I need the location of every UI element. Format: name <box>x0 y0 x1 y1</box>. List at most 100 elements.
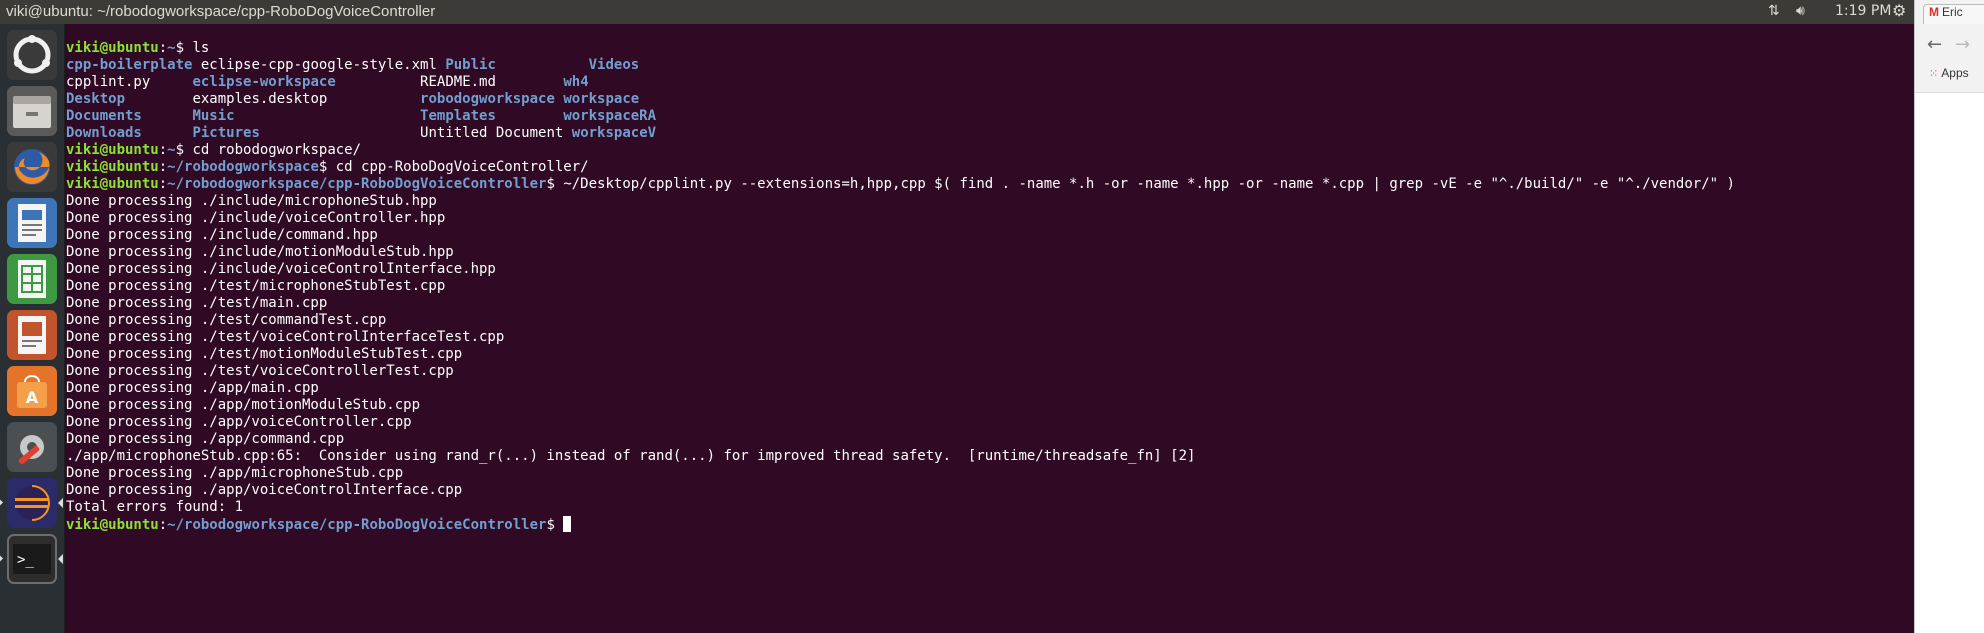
prompt-path: ~/robodogworkspace/cpp-RoboDogVoiceContr… <box>167 517 547 533</box>
clock[interactable]: 1:19 PM <box>1835 3 1891 19</box>
prompt-user: viki@ubuntu <box>66 517 159 533</box>
ls-entry: Music <box>192 108 235 124</box>
output-line: Done processing ./include/command.hpp <box>66 227 378 243</box>
firefox-icon[interactable] <box>7 142 57 192</box>
volume-icon[interactable]: 🔊︎ <box>1796 3 1805 19</box>
prompt-path: ~/robodogworkspace/cpp-RoboDogVoiceContr… <box>167 176 547 192</box>
terminal-icon[interactable]: >_ <box>7 534 57 584</box>
ls-entry: README.md <box>420 74 496 90</box>
ls-entry: Desktop <box>66 91 126 107</box>
files-icon[interactable] <box>7 86 57 136</box>
ls-entry: Downloads <box>66 125 142 141</box>
prompt-line: viki@ubuntu:~/robodogworkspace/cpp-RoboD… <box>66 176 1735 192</box>
output-line: Done processing ./test/commandTest.cpp <box>66 312 387 328</box>
output-line: Done processing ./test/voiceControlInter… <box>66 329 505 345</box>
eclipse-icon[interactable] <box>7 478 57 528</box>
output-line: Done processing ./include/voiceControlIn… <box>66 261 496 277</box>
launcher: A >_ <box>0 24 65 633</box>
output-line: Done processing ./test/microphoneStubTes… <box>66 278 446 294</box>
output-line: ./app/microphoneStub.cpp:65: Consider us… <box>66 448 1196 464</box>
ls-entry: cpplint.py <box>66 74 151 90</box>
ubuntu-logo-icon[interactable] <box>7 30 57 80</box>
apps-grid-icon: ⁙ <box>1929 68 1942 80</box>
output-line: Done processing ./app/voiceController.cp… <box>66 414 412 430</box>
prompt-line: viki@ubuntu:~/robodogworkspace/cpp-RoboD… <box>66 516 572 533</box>
ls-entry: workspace <box>563 91 640 107</box>
terminal-window[interactable]: viki@ubuntu:~$ ls cpp-boilerplate eclips… <box>65 24 1914 633</box>
output-line: Total errors found: 1 <box>66 499 244 515</box>
command-text: cd robodogworkspace/ <box>192 142 362 158</box>
prompt-sep: : <box>158 517 168 533</box>
prompt-line: viki@ubuntu:~$ ls <box>66 40 209 56</box>
software-center-icon[interactable]: A <box>7 366 57 416</box>
svg-text:>_: >_ <box>17 552 34 568</box>
ls-entry: Untitled Document <box>420 125 564 141</box>
prompt-path: ~ <box>167 40 176 56</box>
prompt-symbol: $ <box>175 40 193 56</box>
prompt-sep: : <box>158 142 168 158</box>
ls-entry: Templates <box>420 108 496 124</box>
ls-entry: eclipse-cpp-google-style.xml <box>200 57 437 73</box>
prompt-symbol: $ <box>546 517 564 533</box>
prompt-user: viki@ubuntu <box>66 142 159 158</box>
impress-icon[interactable] <box>7 310 57 360</box>
apps-bookmark[interactable]: ⁙ Apps <box>1929 66 1969 80</box>
output-line: Done processing ./app/voiceControlInterf… <box>66 482 463 498</box>
terminal-cursor <box>563 516 572 532</box>
output-line: Done processing ./test/motionModuleStubT… <box>66 346 463 362</box>
prompt-user: viki@ubuntu <box>66 176 159 192</box>
terminal-output: viki@ubuntu:~$ ls cpp-boilerplate eclips… <box>66 40 1735 534</box>
back-icon[interactable]: ← <box>1927 34 1942 55</box>
ls-entry: examples.desktop <box>192 91 328 107</box>
command-text: cd cpp-RoboDogVoiceController/ <box>335 159 589 175</box>
ls-entry: eclipse-workspace <box>192 74 336 90</box>
command-text: ~/Desktop/cpplint.py --extensions=h,hpp,… <box>563 176 1735 192</box>
ls-entry: cpp-boilerplate <box>66 57 193 73</box>
forward-icon[interactable]: → <box>1955 34 1970 55</box>
ls-entry: robodogworkspace <box>420 91 555 107</box>
apps-label: Apps <box>1941 66 1969 80</box>
prompt-user: viki@ubuntu <box>66 40 159 56</box>
network-icon[interactable]: ⇅ <box>1768 3 1780 19</box>
svg-text:A: A <box>26 388 39 407</box>
output-line: Done processing ./test/voiceControllerTe… <box>66 363 454 379</box>
command-text: ls <box>192 40 210 56</box>
output-line: Done processing ./app/main.cpp <box>66 380 319 396</box>
prompt-symbol: $ <box>175 142 193 158</box>
output-line: Done processing ./include/voiceControlle… <box>66 210 446 226</box>
output-line: Done processing ./test/main.cpp <box>66 295 328 311</box>
ls-entry: Videos <box>588 57 640 73</box>
writer-icon[interactable] <box>7 198 57 248</box>
output-line: Done processing ./include/motionModuleSt… <box>66 244 454 260</box>
output-line: Done processing ./include/microphoneStub… <box>66 193 437 209</box>
output-line: Done processing ./app/command.cpp <box>66 431 345 447</box>
browser-page <box>1915 92 1984 633</box>
prompt-path: ~/robodogworkspace <box>167 159 319 175</box>
window-title: viki@ubuntu: ~/robodogworkspace/cpp-Robo… <box>6 3 436 20</box>
browser-tab[interactable]: M Eric <box>1923 4 1984 25</box>
gear-icon[interactable]: ⚙ <box>1892 1 1906 20</box>
prompt-line: viki@ubuntu:~$ cd robodogworkspace/ <box>66 142 361 158</box>
ls-entry: Pictures <box>192 125 260 141</box>
tab-label: Eric <box>1942 5 1963 19</box>
prompt-symbol: $ <box>546 176 564 192</box>
calc-icon[interactable] <box>7 254 57 304</box>
ls-entry: workspaceV <box>571 125 657 141</box>
ls-entry: Documents <box>66 108 142 124</box>
prompt-sep: : <box>158 40 168 56</box>
ls-entry: workspaceRA <box>563 108 657 124</box>
prompt-sep: : <box>158 159 168 175</box>
prompt-path: ~ <box>167 142 176 158</box>
ls-entry: wh4 <box>563 74 589 90</box>
output-line: Done processing ./app/microphoneStub.cpp <box>66 465 404 481</box>
ls-entry: Public <box>445 57 496 73</box>
prompt-sep: : <box>158 176 168 192</box>
prompt-symbol: $ <box>318 159 336 175</box>
browser-window[interactable]: M Eric ← → ⁙ Apps <box>1914 0 1984 633</box>
settings-icon[interactable] <box>7 422 57 472</box>
prompt-user: viki@ubuntu <box>66 159 159 175</box>
prompt-line: viki@ubuntu:~/robodogworkspace$ cd cpp-R… <box>66 159 589 175</box>
gmail-icon: M <box>1929 5 1939 19</box>
output-line: Done processing ./app/motionModuleStub.c… <box>66 397 421 413</box>
top-panel: viki@ubuntu: ~/robodogworkspace/cpp-Robo… <box>0 0 1984 24</box>
